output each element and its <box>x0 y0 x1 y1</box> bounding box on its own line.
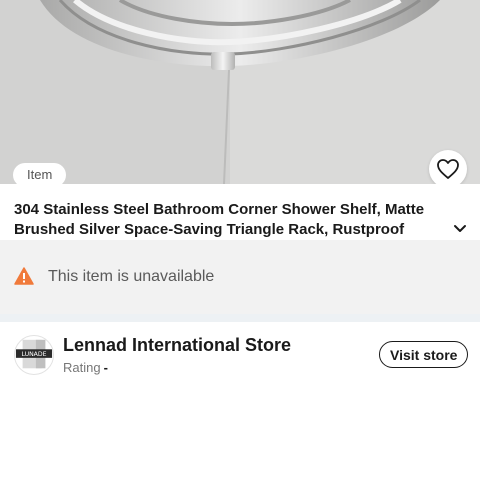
shelf-photo <box>0 0 480 184</box>
chevron-down-icon[interactable] <box>453 224 467 234</box>
store-card[interactable]: LUNADE Lennad International Store Rating… <box>0 322 480 392</box>
favorite-button[interactable] <box>429 150 467 184</box>
store-logo-graphic: LUNADE <box>15 339 53 369</box>
product-title-section[interactable]: 304 Stainless Steel Bathroom Corner Show… <box>0 184 480 240</box>
store-rating: Rating - <box>63 360 108 375</box>
warning-icon <box>14 267 34 285</box>
item-tag: Item <box>13 163 67 184</box>
rating-label: Rating <box>63 360 101 375</box>
heart-outline-icon <box>437 159 459 179</box>
product-image[interactable]: Item <box>0 0 480 184</box>
store-logo[interactable]: LUNADE <box>14 335 54 375</box>
rating-value: - <box>103 360 108 375</box>
unavailable-text: This item is unavailable <box>48 268 215 285</box>
product-title: 304 Stainless Steel Bathroom Corner Show… <box>14 201 425 238</box>
visit-store-button[interactable]: Visit store <box>379 341 469 368</box>
svg-text:LUNADE: LUNADE <box>21 351 46 358</box>
unavailable-notice: This item is unavailable <box>0 240 480 314</box>
store-name[interactable]: Lennad International Store <box>63 335 291 356</box>
section-divider <box>0 314 480 322</box>
